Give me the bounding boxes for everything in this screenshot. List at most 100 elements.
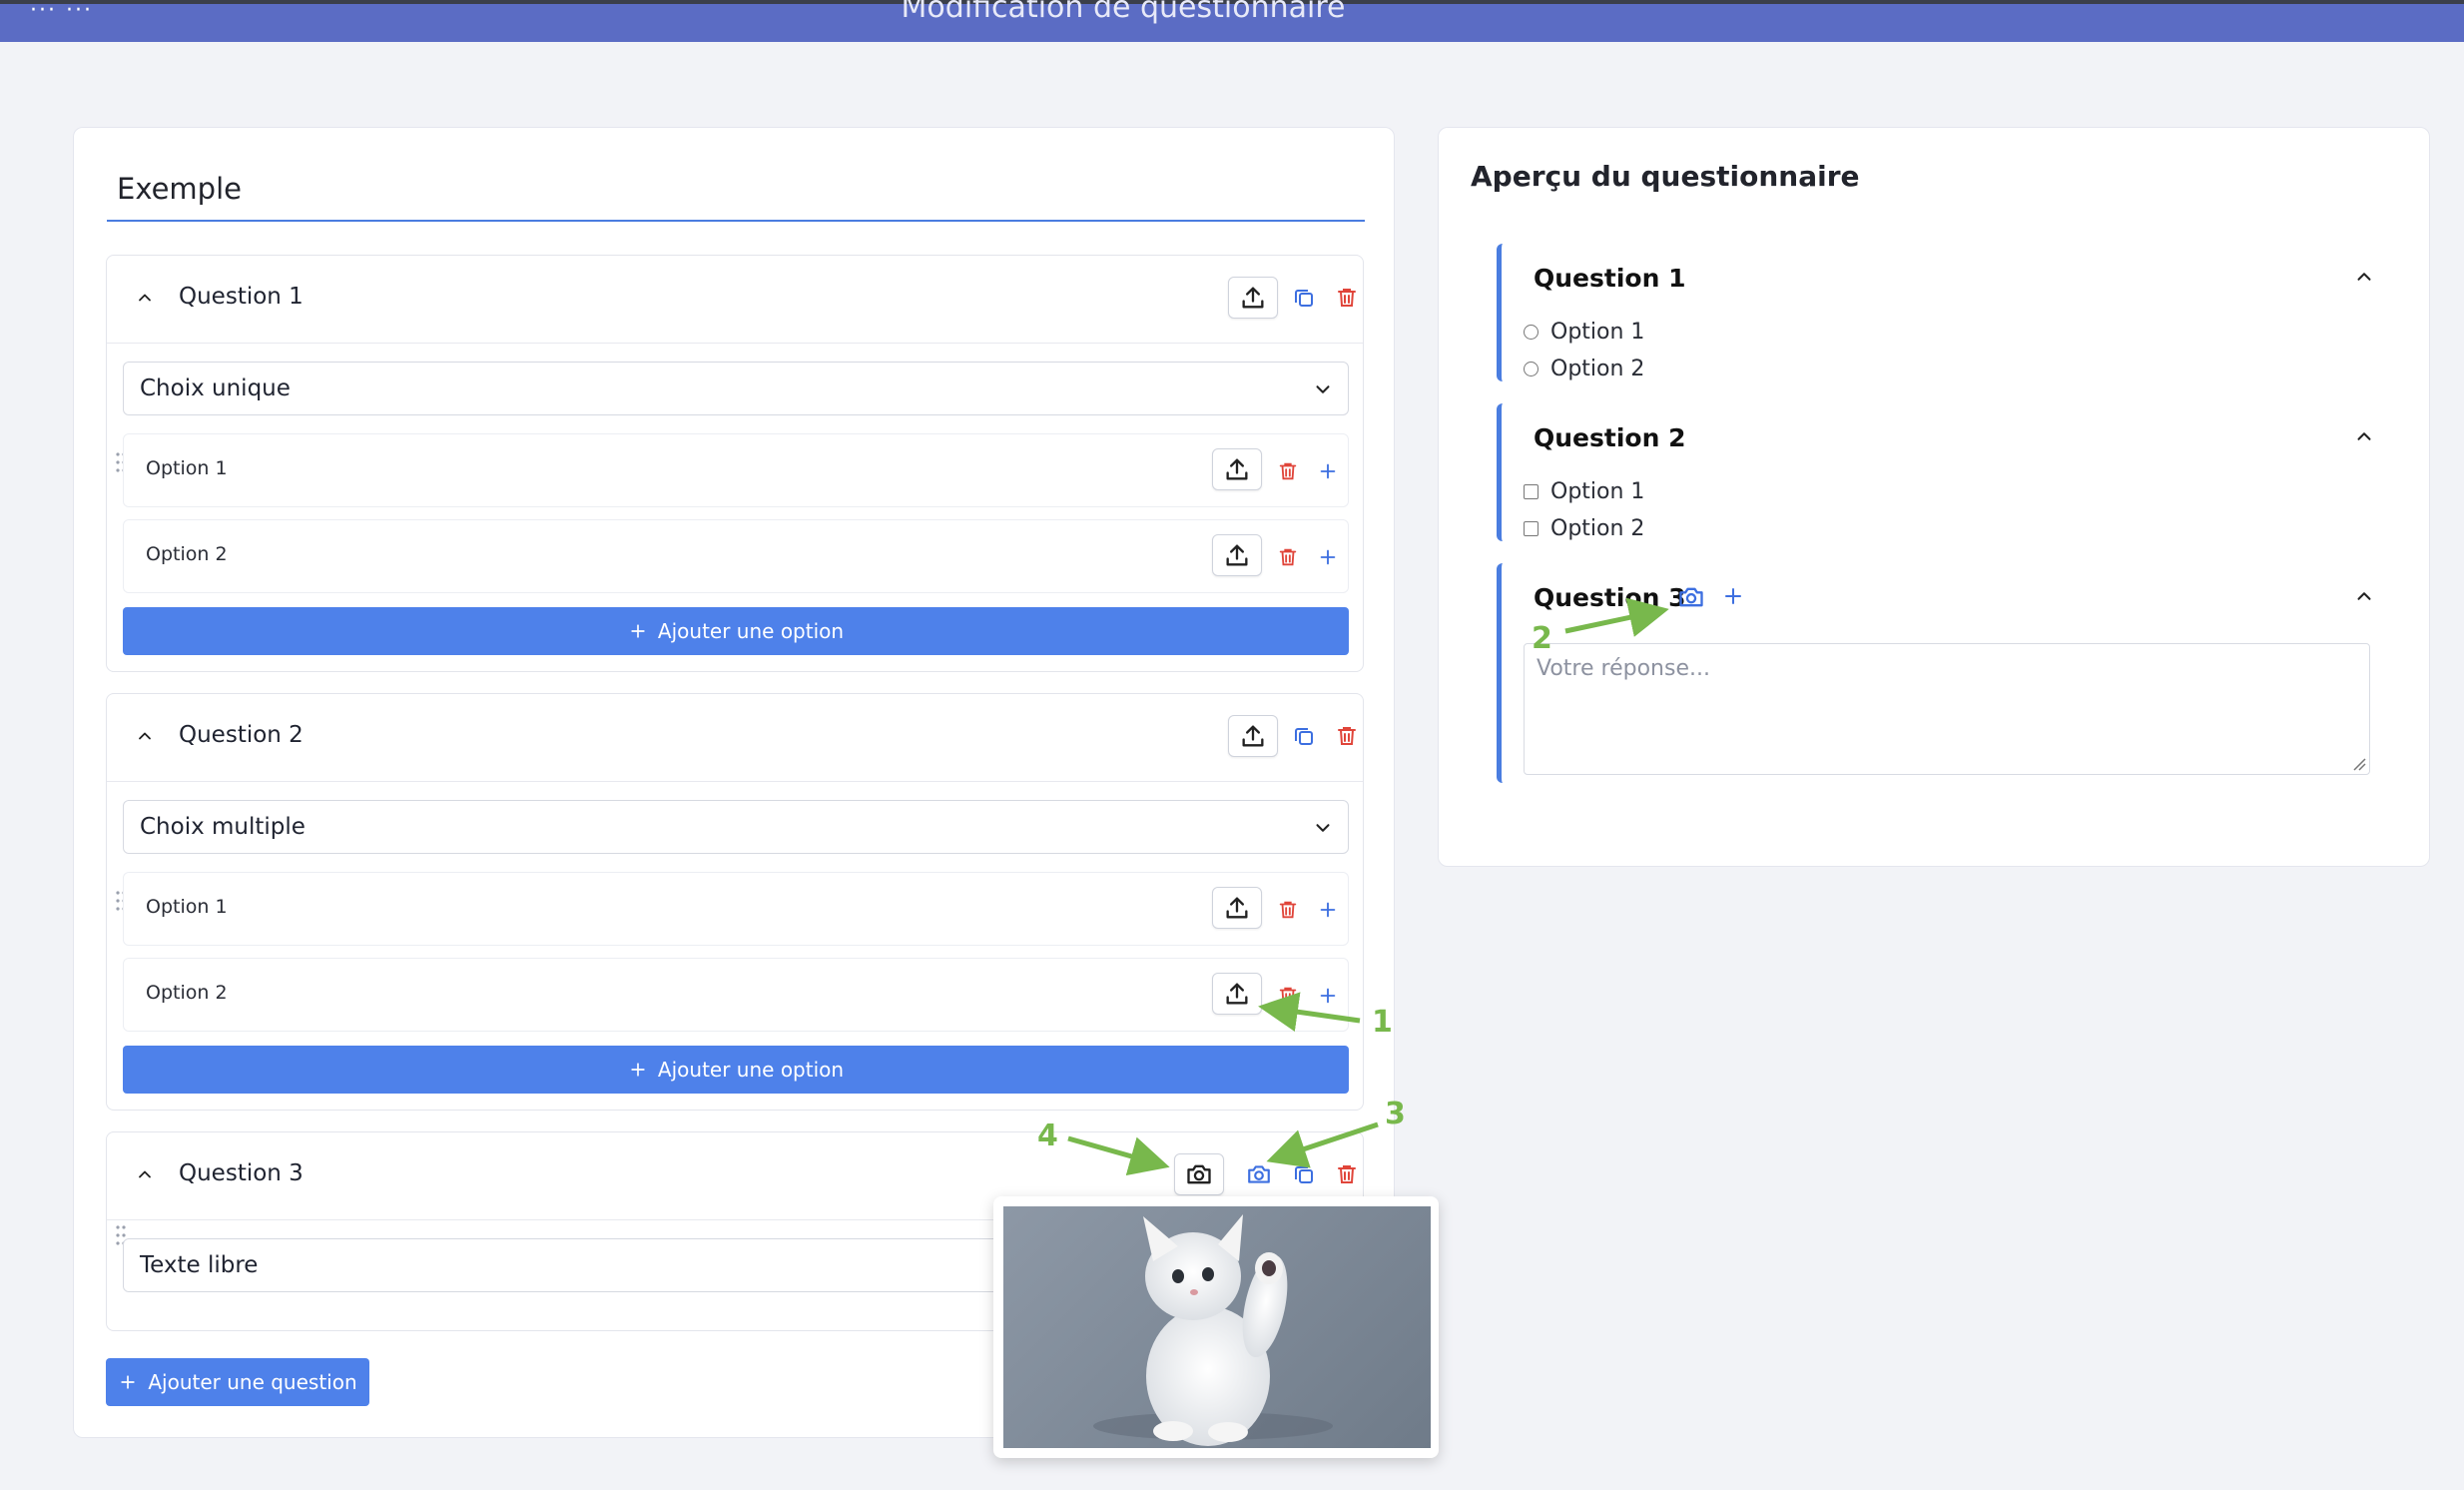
question-header: Question 2: [107, 694, 1363, 782]
plus-icon[interactable]: [1314, 543, 1342, 571]
plus-icon[interactable]: [1314, 457, 1342, 485]
question-type-value: Choix multiple: [140, 814, 306, 840]
option-row: Option 2: [123, 958, 1349, 1032]
trash-icon[interactable]: [1274, 543, 1302, 571]
resize-handle-icon[interactable]: [2352, 757, 2366, 771]
preview-question-title: Question 2: [1534, 423, 1686, 452]
preview-radio-option[interactable]: Option 2: [1524, 357, 1644, 381]
chevron-up-icon[interactable]: [2353, 425, 2375, 447]
preview-question-2: Question 2 Option 1 Option 2: [1497, 403, 2375, 541]
add-question-button[interactable]: Ajouter une question: [106, 1358, 369, 1406]
add-option-button[interactable]: Ajouter une option: [123, 1046, 1349, 1094]
upload-icon: [1223, 541, 1251, 569]
option-upload-button[interactable]: [1212, 534, 1262, 576]
question-card-1: Question 1 Choix unique Option 1 Option …: [106, 255, 1364, 672]
annotation-label: 2: [1532, 621, 1552, 656]
upload-icon: [1239, 722, 1267, 750]
chevron-up-icon[interactable]: [135, 1164, 155, 1184]
option-upload-button[interactable]: [1212, 448, 1262, 490]
plus-icon[interactable]: [1314, 982, 1342, 1010]
option-row: Option 1: [123, 872, 1349, 946]
preview-question-1: Question 1 Option 1 Option 2: [1497, 244, 2375, 381]
add-option-label: Ajouter une option: [657, 1058, 845, 1082]
option-label[interactable]: Option 1: [146, 896, 228, 918]
radio-button[interactable]: [1524, 362, 1539, 376]
trash-icon[interactable]: [1274, 982, 1302, 1010]
upload-icon: [1223, 455, 1251, 483]
option-label[interactable]: Option 2: [146, 543, 228, 565]
option-label: Option 2: [1550, 357, 1645, 381]
chevron-up-icon[interactable]: [2353, 585, 2375, 607]
plus-icon[interactable]: [1314, 896, 1342, 924]
preview-checkbox-option[interactable]: Option 2: [1524, 516, 1644, 541]
chevron-down-icon: [1312, 378, 1334, 400]
question-type-value: Choix unique: [140, 375, 291, 401]
chevron-up-icon[interactable]: [2353, 266, 2375, 288]
answer-textarea[interactable]: Votre réponse...: [1524, 643, 2370, 775]
upload-button[interactable]: [1228, 277, 1278, 319]
question-title[interactable]: Question 3: [179, 1160, 304, 1186]
copy-icon[interactable]: [1290, 722, 1318, 750]
annotation-label: 3: [1385, 1097, 1406, 1131]
add-option-button[interactable]: Ajouter une option: [123, 607, 1349, 655]
preview-title: Aperçu du questionnaire: [1471, 160, 1860, 193]
question-type-value: Texte libre: [140, 1252, 259, 1278]
question-title[interactable]: Question 1: [179, 284, 304, 310]
preview-question-3: Question 3 Votre réponse...: [1497, 563, 2375, 783]
option-label: Option 1: [1550, 320, 1645, 345]
preview-checkbox-option[interactable]: Option 1: [1524, 479, 1644, 504]
trash-icon[interactable]: [1333, 722, 1361, 750]
upload-icon: [1223, 894, 1251, 922]
trash-icon[interactable]: [1274, 457, 1302, 485]
kitten-image: [1003, 1206, 1431, 1448]
preview-question-title: Question 3: [1534, 583, 1686, 612]
preview-radio-option[interactable]: Option 1: [1524, 320, 1644, 345]
option-label: Option 1: [1550, 479, 1645, 504]
checkbox[interactable]: [1524, 484, 1539, 499]
plus-icon[interactable]: [1721, 584, 1745, 608]
trash-icon[interactable]: [1274, 896, 1302, 924]
camera-icon[interactable]: [1245, 1160, 1273, 1188]
option-label: Option 2: [1550, 516, 1645, 541]
camera-icon: [1185, 1160, 1213, 1188]
add-question-label: Ajouter une question: [148, 1370, 357, 1394]
checkbox[interactable]: [1524, 521, 1539, 536]
copy-icon[interactable]: [1290, 1160, 1318, 1188]
add-option-label: Ajouter une option: [657, 619, 845, 643]
annotation-label: 4: [1037, 1118, 1058, 1153]
questionnaire-preview: Aperçu du questionnaire Question 1 Optio…: [1438, 127, 2430, 867]
option-row: Option 1: [123, 433, 1349, 507]
annotation-label: 1: [1372, 1005, 1393, 1040]
upload-icon: [1223, 980, 1251, 1008]
question-type-select[interactable]: Choix multiple: [123, 800, 1349, 854]
answer-placeholder: Votre réponse...: [1537, 656, 1710, 681]
chevron-down-icon: [1312, 817, 1334, 839]
option-label[interactable]: Option 1: [146, 457, 228, 479]
page-title: Modification de questionnaire: [901, 0, 1346, 25]
plus-icon: [628, 621, 648, 641]
form-title-input[interactable]: Exemple: [107, 168, 1365, 222]
plus-icon: [118, 1372, 138, 1392]
top-bar: ··· ··· Modification de questionnaire: [0, 0, 2464, 42]
trash-icon[interactable]: [1333, 1160, 1361, 1188]
option-label[interactable]: Option 2: [146, 982, 228, 1004]
image-popup: [993, 1196, 1439, 1458]
copy-icon[interactable]: [1290, 284, 1318, 312]
question-type-select[interactable]: Choix unique: [123, 362, 1349, 415]
plus-icon: [628, 1060, 648, 1080]
upload-icon: [1239, 284, 1267, 312]
option-upload-button[interactable]: [1212, 887, 1262, 929]
question-title[interactable]: Question 2: [179, 722, 304, 748]
chevron-up-icon[interactable]: [135, 726, 155, 746]
question-header: Question 1: [107, 256, 1363, 344]
radio-button[interactable]: [1524, 325, 1539, 340]
trash-icon[interactable]: [1333, 284, 1361, 312]
camera-button[interactable]: [1174, 1153, 1224, 1195]
camera-icon[interactable]: [1677, 583, 1705, 611]
chevron-up-icon[interactable]: [135, 288, 155, 308]
option-upload-button[interactable]: [1212, 973, 1262, 1015]
option-row: Option 2: [123, 519, 1349, 593]
preview-question-title: Question 1: [1534, 264, 1686, 293]
question-card-2: Question 2 Choix multiple Option 1 Optio…: [106, 693, 1364, 1111]
upload-button[interactable]: [1228, 715, 1278, 757]
